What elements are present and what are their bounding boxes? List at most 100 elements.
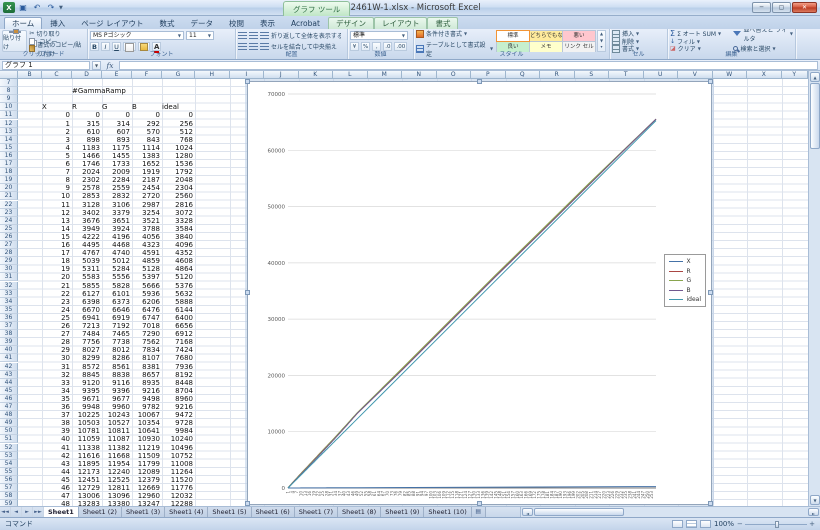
cell[interactable]: 3328 xyxy=(162,217,195,225)
cell[interactable]: 10527 xyxy=(102,419,132,427)
cell[interactable]: 4859 xyxy=(132,257,162,265)
cell[interactable]: 29 xyxy=(42,346,72,354)
cell[interactable]: 10 xyxy=(42,192,72,200)
cell[interactable]: 5936 xyxy=(132,290,162,298)
chart-legend[interactable]: X R G Bideal xyxy=(664,254,706,307)
row-header-18[interactable]: 18 xyxy=(0,168,18,177)
number-format-select[interactable]: 標準 ▼ xyxy=(350,31,408,40)
cell[interactable]: 12 xyxy=(42,209,72,217)
column-header-L[interactable]: L xyxy=(333,71,368,79)
scroll-down-icon[interactable]: ▼ xyxy=(810,495,820,505)
cell[interactable]: 898 xyxy=(72,136,102,144)
cell[interactable]: 10641 xyxy=(132,427,162,435)
ribbon-tab-8[interactable]: Acrobat xyxy=(283,17,328,29)
fill-color-button[interactable] xyxy=(138,42,150,51)
sheet-tab-2[interactable]: Sheet1 (2) xyxy=(78,507,122,517)
ribbon-tab-5[interactable]: データ xyxy=(183,17,222,29)
cell[interactable]: 11895 xyxy=(72,460,102,468)
redo-icon[interactable]: ↷ xyxy=(45,2,57,13)
cell[interactable]: 12032 xyxy=(162,492,195,500)
zoom-thumb[interactable] xyxy=(774,520,779,528)
row-header-34[interactable]: 34 xyxy=(0,297,18,306)
sort-filter-button[interactable]: 並べ替えと フィルタ ▼ xyxy=(733,27,793,43)
column-header-Q[interactable]: Q xyxy=(505,71,540,79)
legend-item-X[interactable]: X xyxy=(669,258,701,265)
cell[interactable]: 7168 xyxy=(162,338,195,346)
row-header-43[interactable]: 43 xyxy=(0,370,18,379)
row-header-15[interactable]: 15 xyxy=(0,143,18,152)
cell[interactable]: 39 xyxy=(42,427,72,435)
cell[interactable]: 24 xyxy=(42,306,72,314)
cell[interactable]: 11776 xyxy=(162,484,195,492)
align-bottom-icon[interactable] xyxy=(260,32,269,39)
row-header-26[interactable]: 26 xyxy=(0,232,18,241)
row-header-58[interactable]: 58 xyxy=(0,492,18,501)
cell[interactable]: 2454 xyxy=(132,184,162,192)
horizontal-scroll-thumb[interactable] xyxy=(534,508,624,516)
zoom-level[interactable]: 100% xyxy=(714,520,734,528)
cell[interactable]: 22 xyxy=(42,290,72,298)
cell[interactable]: 10930 xyxy=(132,435,162,443)
column-header-J[interactable]: J xyxy=(264,71,299,79)
legend-item-ideal[interactable]: ideal xyxy=(669,296,701,303)
row-header-19[interactable]: 19 xyxy=(0,176,18,185)
cell[interactable]: 2720 xyxy=(132,192,162,200)
underline-button[interactable]: U xyxy=(112,42,121,51)
cell[interactable]: 5888 xyxy=(162,298,195,306)
cell[interactable]: 4767 xyxy=(72,249,102,257)
cell[interactable]: 8960 xyxy=(162,395,195,403)
ribbon-tab-1[interactable]: ホーム xyxy=(4,17,43,29)
row-header-53[interactable]: 53 xyxy=(0,451,18,460)
cell[interactable]: 1175 xyxy=(102,144,132,152)
number-format-button-5[interactable]: .00 xyxy=(394,42,408,51)
row-header-55[interactable]: 55 xyxy=(0,467,18,476)
save-icon[interactable]: ▣ xyxy=(17,2,29,13)
row-header-39[interactable]: 39 xyxy=(0,338,18,347)
cell[interactable]: 5128 xyxy=(132,265,162,273)
cell[interactable]: 12089 xyxy=(132,468,162,476)
column-header-D[interactable]: D xyxy=(72,71,102,79)
cell[interactable]: 3128 xyxy=(72,201,102,209)
cell[interactable]: 8845 xyxy=(72,371,102,379)
cell[interactable]: 843 xyxy=(132,136,162,144)
cell[interactable]: 2024 xyxy=(72,168,102,176)
cell[interactable]: 26 xyxy=(42,322,72,330)
cell[interactable]: 14 xyxy=(42,225,72,233)
cell[interactable]: 8 xyxy=(42,176,72,184)
cell[interactable]: 6476 xyxy=(132,306,162,314)
font-name-select[interactable]: MS Pゴシック ▼ xyxy=(90,31,184,40)
number-format-button-3[interactable]: , xyxy=(372,42,382,51)
cell[interactable]: 11668 xyxy=(102,452,132,460)
cell[interactable]: 43 xyxy=(42,460,72,468)
cell[interactable]: 5556 xyxy=(102,273,132,281)
cell[interactable]: 9960 xyxy=(102,403,132,411)
cell[interactable]: 3072 xyxy=(162,209,195,217)
cell[interactable]: 8381 xyxy=(132,363,162,371)
font-color-button[interactable]: A xyxy=(152,42,162,53)
wrap-text-button[interactable]: 折り返して全体を表示する xyxy=(271,32,341,39)
cell[interactable]: 2816 xyxy=(162,201,195,209)
cell[interactable]: 6646 xyxy=(102,306,132,314)
cell[interactable]: R xyxy=(72,103,102,111)
row-header-11[interactable]: 11 xyxy=(0,111,18,120)
bold-button[interactable]: B xyxy=(90,42,99,51)
cell[interactable]: 1652 xyxy=(132,160,162,168)
ribbon-tab-6[interactable]: 校閲 xyxy=(221,17,252,29)
embedded-chart[interactable]: 0 10000 20000 30000 40000 50000 60000 70000 1 4 7 1… xyxy=(245,79,713,506)
cell[interactable]: 1280 xyxy=(162,152,195,160)
cell[interactable]: 10496 xyxy=(162,444,195,452)
cell[interactable]: 2284 xyxy=(102,176,132,184)
ribbon-tab-10[interactable]: レイアウト xyxy=(373,17,428,29)
cell[interactable]: 2302 xyxy=(72,176,102,184)
cell[interactable]: 7018 xyxy=(132,322,162,330)
formula-input[interactable] xyxy=(119,60,818,70)
row-header-49[interactable]: 49 xyxy=(0,419,18,428)
cell[interactable]: 5632 xyxy=(162,290,195,298)
cell[interactable]: 3521 xyxy=(132,217,162,225)
cell[interactable]: 2 xyxy=(42,128,72,136)
scroll-left-icon[interactable]: ◄ xyxy=(522,508,533,516)
vertical-scroll-thumb[interactable] xyxy=(810,83,820,149)
cell[interactable]: 4096 xyxy=(162,241,195,249)
cell[interactable]: 42 xyxy=(42,452,72,460)
cell[interactable]: 7936 xyxy=(162,363,195,371)
